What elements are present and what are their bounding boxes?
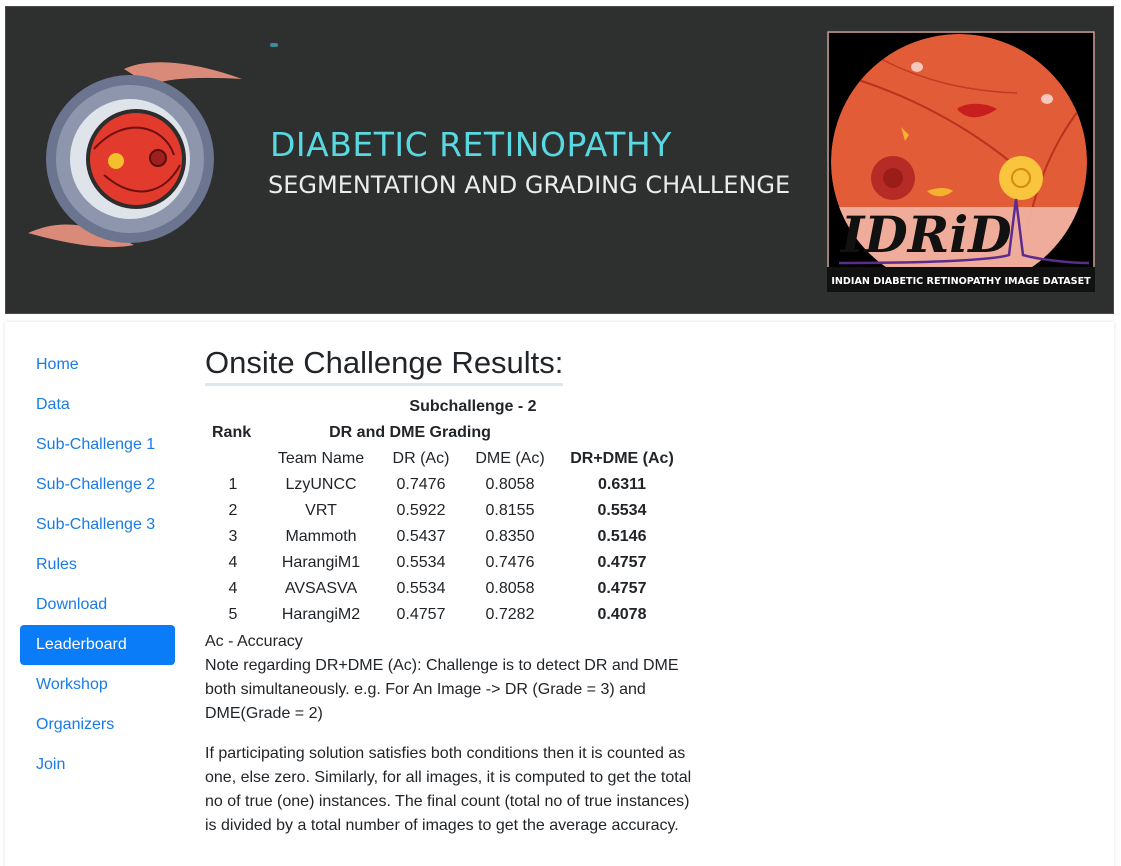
dme-cell: 0.8350 <box>485 528 535 545</box>
main-content: Onsite Challenge Results: Subchallenge -… <box>205 344 705 838</box>
table-row: 4 AVSASVA 0.5534 0.8058 0.4757 <box>205 576 685 602</box>
sidebar-item-organizers[interactable]: Organizers <box>20 705 175 745</box>
dr-cell: 0.5922 <box>396 502 446 519</box>
dme-cell: 0.8058 <box>485 476 535 493</box>
table-row: 5 HarangiM2 0.4757 0.7282 0.4078 <box>205 602 685 628</box>
dr-dme-cell: 0.6311 <box>597 476 647 493</box>
sidebar-item-leaderboard[interactable]: Leaderboard <box>20 625 175 665</box>
dr-dme-cell: 0.5146 <box>597 528 647 545</box>
column-header: DR+DME (Ac) <box>570 450 674 467</box>
sidebar-item-sub-challenge-2[interactable]: Sub-Challenge 2 <box>20 465 175 505</box>
dr-dme-cell: 0.4078 <box>597 606 647 623</box>
team-cell: Mammoth <box>285 528 357 545</box>
team-cell: AVSASVA <box>284 580 358 597</box>
content-card: Home Data Sub-Challenge 1 Sub-Challenge … <box>5 322 1114 866</box>
dr-cell: 0.4757 <box>396 606 446 623</box>
explanation-paragraph: If participating solution satisfies both… <box>205 745 692 834</box>
dme-cell: 0.8155 <box>485 502 535 519</box>
table-row: 3 Mammoth 0.5437 0.8350 0.5146 <box>205 524 685 550</box>
dr-dme-cell: 0.5534 <box>597 502 647 519</box>
idrid-caption: INDIAN DIABETIC RETINOPATHY IMAGE DATASE… <box>831 276 1091 287</box>
note-paragraph: Note regarding DR+DME (Ac): Challenge is… <box>205 657 679 722</box>
table-row: 1 LzyUNCC 0.7476 0.8058 0.6311 <box>205 472 685 498</box>
column-header: DR (Ac) <box>392 450 450 467</box>
sidebar-item-workshop[interactable]: Workshop <box>20 665 175 705</box>
table-row: 4 HarangiM1 0.5534 0.7476 0.4757 <box>205 550 685 576</box>
sidebar-item-join[interactable]: Join <box>20 745 175 785</box>
dr-cell: 0.7476 <box>396 476 446 493</box>
rank-cell: 5 <box>228 606 238 623</box>
column-header: Team Name <box>277 450 365 467</box>
team-cell: VRT <box>305 502 337 519</box>
sidebar-item-sub-challenge-3[interactable]: Sub-Challenge 3 <box>20 505 175 545</box>
team-cell: LzyUNCC <box>285 476 357 493</box>
idrid-logo-icon: IDRiD INDIAN DIABETIC RETINOPATHY IMAGE … <box>827 31 1095 292</box>
dme-cell: 0.8058 <box>485 580 535 597</box>
rank-cell: 4 <box>228 554 238 571</box>
dr-dme-cell: 0.4757 <box>597 554 647 571</box>
sidebar-item-home[interactable]: Home <box>20 345 175 385</box>
sidebar-item-data[interactable]: Data <box>20 385 175 425</box>
dr-cell: 0.5534 <box>396 554 446 571</box>
table-row: 2 VRT 0.5922 0.8155 0.5534 <box>205 498 685 524</box>
team-cell: HarangiM2 <box>281 606 361 623</box>
retina-logo-icon <box>28 62 242 248</box>
team-cell: HarangiM1 <box>281 554 361 571</box>
dme-cell: 0.7476 <box>485 554 535 571</box>
idrid-logo-text: IDRiD <box>839 205 1012 264</box>
sidebar-item-download[interactable]: Download <box>20 585 175 625</box>
rank-header: Rank <box>212 424 252 441</box>
header-banner: DIABETIC RETINOPATHY SEGMENTATION AND GR… <box>5 6 1114 314</box>
group-header: DR and DME Grading <box>329 424 491 441</box>
sidebar-item-rules[interactable]: Rules <box>20 545 175 585</box>
banner-subtitle: SEGMENTATION AND GRADING CHALLENGE <box>268 171 791 199</box>
rank-cell: 2 <box>228 502 238 519</box>
banner-title: DIABETIC RETINOPATHY <box>270 125 672 164</box>
results-table: Subchallenge - 2 Rank DR and DME Grading… <box>205 394 685 628</box>
dr-cell: 0.5534 <box>396 580 446 597</box>
dr-dme-cell: 0.4757 <box>597 580 647 597</box>
sidebar-item-sub-challenge-1[interactable]: Sub-Challenge 1 <box>20 425 175 465</box>
page-title: Onsite Challenge Results: <box>205 344 564 386</box>
decorative-dot <box>270 43 278 47</box>
dme-cell: 0.7282 <box>485 606 535 623</box>
rank-cell: 3 <box>228 528 238 545</box>
subchallenge-header: Subchallenge - 2 <box>409 398 537 415</box>
sidebar-nav: Home Data Sub-Challenge 1 Sub-Challenge … <box>20 345 175 785</box>
table-header-row: Team Name DR (Ac) DME (Ac) DR+DME (Ac) <box>205 446 685 472</box>
rank-cell: 1 <box>228 476 238 493</box>
column-header: DME (Ac) <box>475 450 545 467</box>
accuracy-legend: Ac - Accuracy <box>205 633 303 650</box>
rank-cell: 4 <box>228 580 238 597</box>
dr-cell: 0.5437 <box>396 528 446 545</box>
